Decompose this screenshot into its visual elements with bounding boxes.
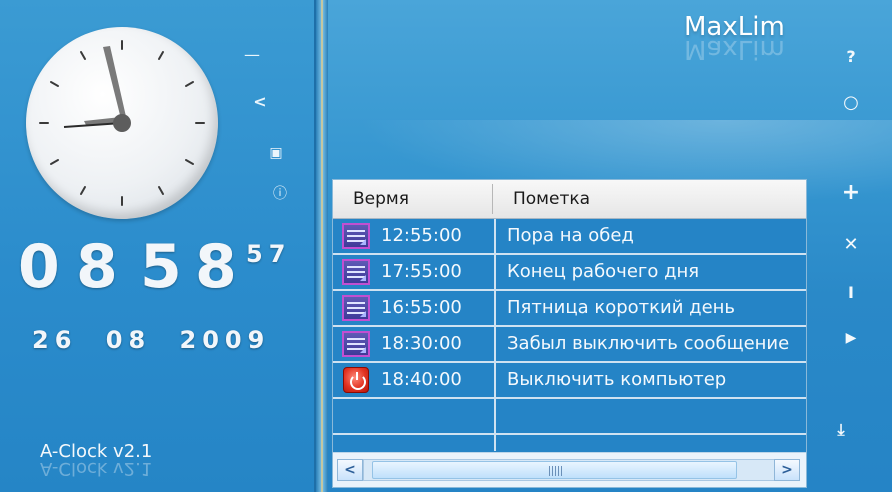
note-value: Конец рабочего дня bbox=[507, 261, 700, 282]
note-value: Пора на обед bbox=[507, 225, 634, 246]
app-version-reflection: A-Clock v2.1 bbox=[40, 458, 153, 479]
clock-center bbox=[113, 114, 131, 132]
note-cell[interactable]: Пятница короткий день bbox=[496, 291, 806, 325]
minimize-button[interactable]: — bbox=[240, 46, 264, 64]
note-value: Забыл выключить сообщение bbox=[507, 333, 790, 354]
add-icon: + bbox=[841, 180, 861, 205]
empty-time-cell[interactable] bbox=[333, 399, 496, 433]
time-value: 16:55:00 bbox=[381, 297, 462, 318]
minimize-icon: — bbox=[244, 45, 260, 64]
hour-ones-digit: 8 bbox=[76, 232, 120, 302]
message-icon bbox=[342, 259, 370, 285]
table-row[interactable]: 17:55:00 Конец рабочего дня bbox=[333, 255, 806, 291]
time-value: 18:40:00 bbox=[381, 369, 462, 390]
scrollbar-track[interactable] bbox=[363, 459, 775, 481]
note-value: Выключить компьютер bbox=[507, 369, 727, 390]
note-cell[interactable]: Конец рабочего дня bbox=[496, 255, 806, 289]
table-row[interactable]: 18:40:00 Выключить компьютер bbox=[333, 363, 806, 399]
power-icon bbox=[343, 367, 369, 393]
note-cell[interactable]: Забыл выключить сообщение bbox=[496, 327, 806, 361]
time-cell[interactable]: 18:30:00 bbox=[333, 327, 496, 361]
scroll-left-button[interactable]: < bbox=[337, 459, 363, 481]
edit-icon: I bbox=[848, 283, 854, 302]
message-icon bbox=[342, 331, 370, 357]
minute-ones-digit: 8 bbox=[195, 232, 239, 302]
delete-button[interactable]: ✕ bbox=[839, 233, 863, 257]
time-value: 12:55:00 bbox=[381, 225, 462, 246]
note-cell[interactable]: Пора на обед bbox=[496, 219, 806, 253]
play-icon: ▶ bbox=[845, 330, 857, 346]
circle-settings-icon: ○ bbox=[843, 92, 859, 113]
collapse-icon: < bbox=[253, 92, 267, 111]
horizontal-scrollbar[interactable]: < > bbox=[333, 452, 806, 487]
note-value: Пятница короткий день bbox=[507, 297, 736, 318]
chevron-right-icon: > bbox=[781, 462, 793, 478]
digital-seconds: 57 bbox=[246, 240, 292, 268]
scrollbar-grip-icon bbox=[549, 466, 563, 476]
info-icon: ⓘ bbox=[273, 186, 287, 202]
left-panel: — < ▣ ⓘ 0 8 5 8 57 26 08 2009 A-Clock v2… bbox=[0, 0, 316, 492]
table-row[interactable]: 16:55:00 Пятница короткий день bbox=[333, 291, 806, 327]
delete-icon: ✕ bbox=[843, 234, 859, 255]
info-button[interactable]: ⓘ bbox=[268, 183, 292, 203]
panel-divider bbox=[316, 0, 328, 492]
note-cell[interactable]: Выключить компьютер bbox=[496, 363, 806, 397]
empty-time-cell[interactable] bbox=[333, 435, 496, 451]
table-row[interactable]: 18:30:00 Забыл выключить сообщение bbox=[333, 327, 806, 363]
play-button[interactable]: ▶ bbox=[839, 326, 863, 350]
time-value: 17:55:00 bbox=[381, 261, 462, 282]
scrollbar-thumb[interactable] bbox=[372, 461, 737, 479]
analog-clock bbox=[26, 27, 218, 219]
help-button[interactable]: ? bbox=[839, 45, 863, 69]
scroll-right-button[interactable]: > bbox=[774, 459, 800, 481]
help-icon: ? bbox=[846, 47, 856, 66]
digital-date: 26 08 2009 bbox=[32, 326, 271, 354]
reminder-list[interactable]: Вермя Пометка 12:55:00 Пора на обед 17:5… bbox=[332, 179, 807, 488]
empty-row[interactable] bbox=[333, 399, 806, 435]
add-button[interactable]: + bbox=[839, 181, 863, 205]
hour-tens-digit: 0 bbox=[18, 232, 62, 302]
minute-hand bbox=[103, 46, 127, 123]
time-cell[interactable]: 18:40:00 bbox=[333, 363, 496, 397]
calendar-button[interactable]: ▣ bbox=[264, 145, 288, 161]
column-header-time[interactable]: Вермя bbox=[353, 189, 409, 209]
app-window: — < ▣ ⓘ 0 8 5 8 57 26 08 2009 A-Clock v2… bbox=[0, 0, 892, 492]
chevron-left-icon: < bbox=[344, 462, 356, 478]
empty-row[interactable] bbox=[333, 435, 806, 451]
table-row[interactable]: 12:55:00 Пора на обед bbox=[333, 219, 806, 255]
time-cell[interactable]: 17:55:00 bbox=[333, 255, 496, 289]
minute-tens-digit: 5 bbox=[140, 232, 184, 302]
time-cell[interactable]: 12:55:00 bbox=[333, 219, 496, 253]
clock-hands bbox=[63, 46, 131, 132]
message-icon bbox=[342, 295, 370, 321]
circle-settings-button[interactable]: ○ bbox=[839, 91, 863, 115]
time-value: 18:30:00 bbox=[381, 333, 462, 354]
message-icon bbox=[342, 223, 370, 249]
collapse-button[interactable]: < bbox=[248, 92, 272, 111]
edit-button[interactable]: I bbox=[839, 281, 863, 305]
scroll-down-button[interactable]: ⤓ bbox=[829, 418, 853, 442]
clock-face bbox=[39, 40, 205, 206]
brand-logo-reflection: MaxLim bbox=[684, 34, 785, 64]
calendar-icon: ▣ bbox=[269, 145, 283, 161]
scroll-down-icon: ⤓ bbox=[837, 420, 845, 439]
time-cell[interactable]: 16:55:00 bbox=[333, 291, 496, 325]
column-separator[interactable] bbox=[492, 184, 493, 214]
column-header-note[interactable]: Пометка bbox=[513, 189, 590, 209]
list-header: Вермя Пометка bbox=[333, 180, 806, 219]
